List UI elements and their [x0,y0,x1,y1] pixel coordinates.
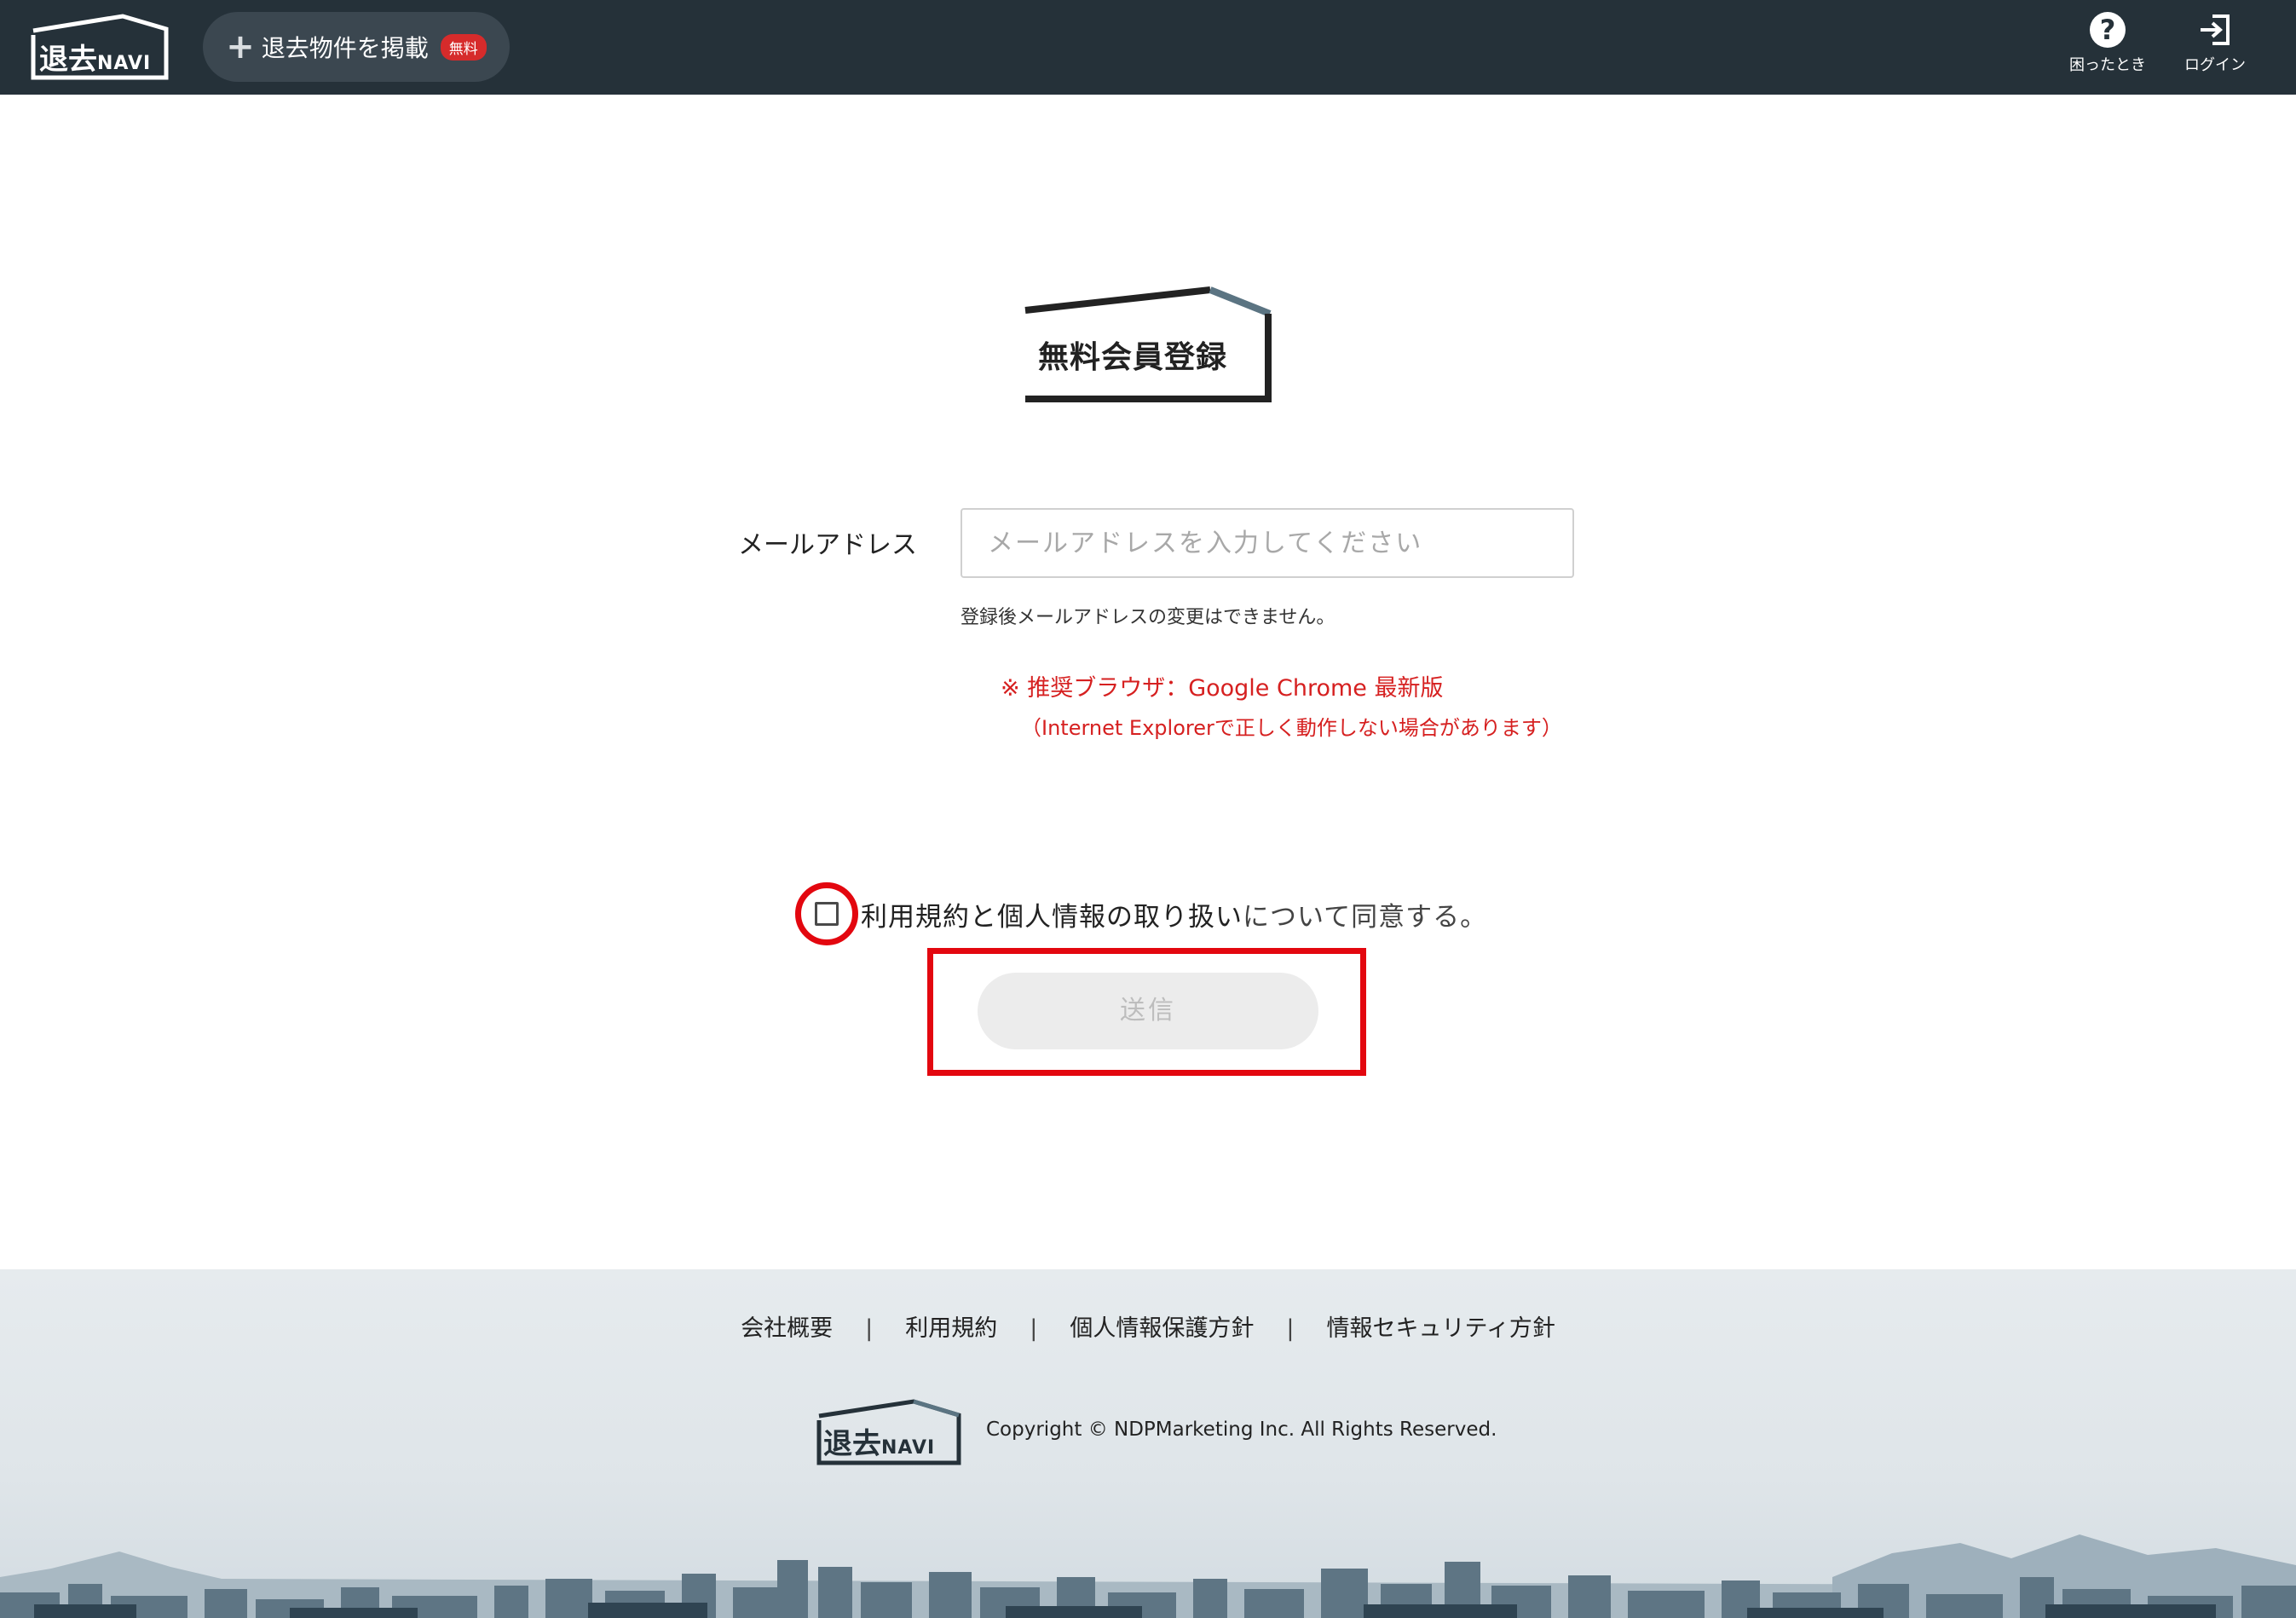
footer-link-security[interactable]: 情報セキュリティ方針 [1326,1315,1555,1342]
city-skyline-image [0,1534,2296,1618]
question-circle-icon: ? [2090,12,2126,48]
email-field[interactable] [961,508,1574,578]
post-property-label: 退去物件を掲載 [261,34,429,62]
agree-checkbox[interactable] [815,902,839,926]
footer-link-privacy[interactable]: 個人情報保護方針 [1070,1315,1254,1342]
plus-icon: + [226,27,255,66]
footer-logo-text: 退去NAVI [823,1427,936,1461]
help-label: 困ったとき [2069,56,2146,74]
agree-text: 利用規約と個人情報の取り扱いについて同意する。 [861,895,1487,933]
browser-warning: （Internet Explorerで正しく動作しない場合があります） [1021,716,1562,740]
login-label: ログイン [2184,56,2246,74]
post-property-button[interactable]: + 退去物件を掲載 無料 [203,12,510,82]
footer-link-terms[interactable]: 利用規約 [905,1315,997,1342]
footer-links: 会社概要 | 利用規約 | 個人情報保護方針 | 情報セキュリティ方針 [0,1309,2296,1343]
footer-link-company[interactable]: 会社概要 [741,1315,833,1342]
submit-button[interactable]: 送信 [978,973,1318,1049]
logo-text: 退去NAVI [39,43,152,77]
footer-separator: | [1030,1315,1038,1342]
help-button[interactable]: ? 困ったとき [2061,12,2155,84]
email-note: 登録後メールアドレスの変更はできません。 [961,607,1335,628]
terms-privacy-link[interactable]: 利用規約と個人情報の取り扱い [861,902,1243,933]
browser-recommendation: ※ 推奨ブラウザ：Google Chrome 最新版 [1001,675,1444,702]
email-label: メールアドレス [738,530,917,560]
footer-separator: | [865,1315,874,1342]
login-arrow-icon [2201,14,2230,45]
page-title: 無料会員登録 [1038,340,1228,375]
copyright-text: Copyright © NDPMarketing Inc. All Rights… [986,1419,1497,1441]
free-badge: 無料 [440,33,487,61]
top-header: 退去NAVI + 退去物件を掲載 無料 ? 困ったとき ログイン [0,0,2296,95]
login-button[interactable]: ログイン [2168,12,2262,84]
footer-separator: | [1286,1315,1295,1342]
agree-rest-text: について同意する。 [1243,902,1488,933]
